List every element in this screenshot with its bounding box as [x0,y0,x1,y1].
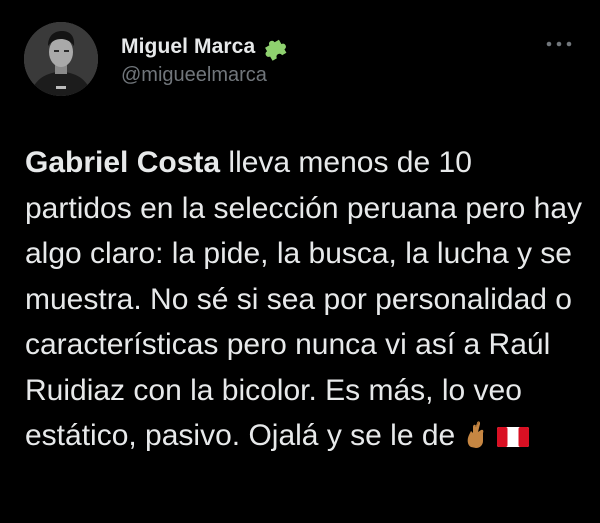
avatar[interactable] [24,22,98,96]
tweet-bold-name[interactable]: Gabriel Costa [25,146,220,179]
author-display-name[interactable]: Miguel Marca [121,35,255,59]
author-name-row[interactable]: Miguel Marca [121,33,289,61]
tweet-card[interactable]: Miguel Marca @migueelmarca Gabriel Costa… [0,0,600,523]
puzzle-piece-icon [261,33,289,61]
avatar-photo [24,22,98,96]
tweet-text: Gabriel Costa lleva menos de 10 partidos… [25,140,585,463]
peru-flag-icon [497,417,530,463]
crossed-fingers-icon [461,417,491,463]
more-horizontal-icon[interactable] [544,36,574,52]
author-handle[interactable]: @migueelmarca [121,64,267,87]
tweet-body: lleva menos de 10 partidos en la selecci… [25,146,583,452]
